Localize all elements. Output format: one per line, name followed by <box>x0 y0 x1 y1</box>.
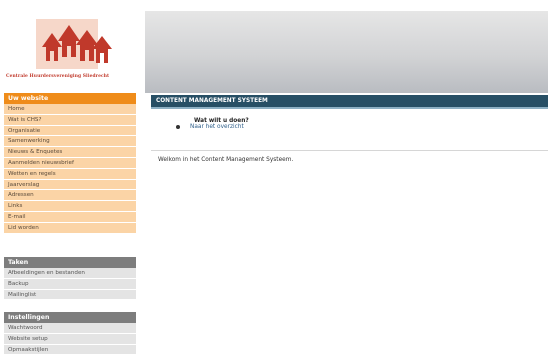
divider <box>151 150 548 151</box>
header-banner <box>145 11 548 93</box>
menu-item-aanmelden-nieuwsbrief[interactable]: Aanmelden nieuwsbrief <box>4 157 136 169</box>
taken-menu: Taken Afbeeldingen en bestanden Backup M… <box>4 257 136 301</box>
menu-item-nieuws-enquetes[interactable]: Nieuws & Enquetes <box>4 147 136 158</box>
menu-item-lid-worden[interactable]: Lid worden <box>4 222 136 234</box>
page-title: CONTENT MANAGEMENT SYSTEEM <box>151 95 548 109</box>
menu-item-backup[interactable]: Backup <box>4 278 136 290</box>
welcome-text: Welkom in het Content Management Systeem… <box>158 157 294 163</box>
instellingen-menu: Instellingen Wachtwoord Website setup Op… <box>4 312 136 356</box>
menu-item-wat-is-chs[interactable]: Wat is CHS? <box>4 114 136 126</box>
menu-item-email[interactable]: E-mail <box>4 211 136 223</box>
overview-link[interactable]: Naar het overzicht <box>176 124 244 130</box>
menu-item-website-setup[interactable]: Website setup <box>4 333 136 345</box>
menu-item-wachtwoord[interactable]: Wachtwoord <box>4 323 136 334</box>
bullet-icon <box>176 125 180 129</box>
taken-menu-header: Taken <box>4 257 136 268</box>
left-column: Centrale Huurdersvereniging Sliedrecht U… <box>0 0 138 356</box>
menu-item-mailinglist[interactable]: Mailinglist <box>4 289 136 301</box>
menu-item-home[interactable]: Home <box>4 104 136 115</box>
menu-item-jaarverslag[interactable]: Jaarverslag <box>4 179 136 191</box>
logo-text: Centrale Huurdersvereniging Sliedrecht <box>6 74 110 79</box>
instellingen-menu-header: Instellingen <box>4 312 136 323</box>
menu-item-organisatie[interactable]: Organisatie <box>4 125 136 137</box>
website-menu: Uw website Home Wat is CHS? Organisatie … <box>4 93 136 234</box>
website-menu-header: Uw website <box>4 93 136 104</box>
overview-link-text[interactable]: Naar het overzicht <box>190 124 244 130</box>
houses-logo-icon <box>36 19 112 69</box>
menu-item-links[interactable]: Links <box>4 201 136 212</box>
menu-item-afbeeldingen[interactable]: Afbeeldingen en bestanden <box>4 268 136 279</box>
menu-item-wetten-en-regels[interactable]: Wetten en regels <box>4 168 136 180</box>
menu-item-samenwerking[interactable]: Samenwerking <box>4 136 136 148</box>
menu-item-opmaakstijlen[interactable]: Opmaakstijlen <box>4 344 136 356</box>
logo[interactable]: Centrale Huurdersvereniging Sliedrecht <box>0 0 138 90</box>
menu-item-adressen[interactable]: Adressen <box>4 190 136 202</box>
